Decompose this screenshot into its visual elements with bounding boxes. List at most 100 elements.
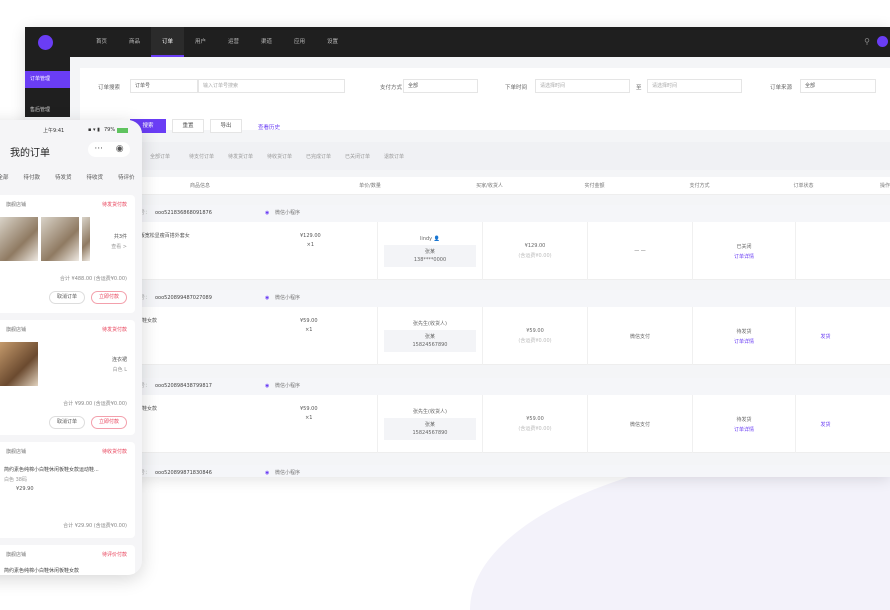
tab[interactable]: 待支付订单 (189, 153, 228, 160)
capsule-menu[interactable]: ··· ◉ (88, 142, 130, 157)
order-group-header: 旗舰店订单号：ooo520899871830846◉微信小程序 (80, 465, 890, 477)
order-no[interactable]: ooo520898438799817 (155, 378, 212, 395)
table-row: 简约素色纯棉小白鞋休闲板鞋女款规格：白色¥59.00×1张先生(收货人)张某15… (80, 307, 890, 365)
order-total: 合计 ¥488.00 (含运费¥0.00) (59, 276, 127, 282)
nav-item[interactable]: 渠道 (250, 27, 283, 57)
mobile-order-card[interactable]: 旗舰店铺 待发货付款 共3件 查看 > 合计 ¥488.00 (含运费¥0.00… (0, 195, 135, 313)
order-source: 微信小程序 (275, 470, 301, 476)
order-detail-link[interactable]: 订单详情 (734, 338, 754, 345)
buyer-cell: 张先生(收货人) 张某 15824567890 (377, 395, 482, 453)
cancel-order-button[interactable]: 取消订单 (49, 291, 85, 304)
mobile-tab[interactable]: 全部 (0, 173, 9, 181)
shipping-note: (含运费¥0.00) (518, 426, 552, 432)
order-total: 合计 ¥29.90 (含运费¥0.00) (63, 523, 127, 529)
pay-method: 微信支付 (629, 333, 650, 340)
table-row: 简约素色纯棉小白鞋休闲板鞋女款规格：白色¥59.00×1张先生(收货人)张某15… (80, 395, 890, 453)
order-group-header: 旗舰店订单号：ooo521836868091876◉微信小程序 (80, 205, 890, 222)
reset-button[interactable]: 重置 (172, 119, 204, 133)
pay-now-button[interactable]: 立即付款 (91, 416, 127, 429)
more-link[interactable]: 查看 > (111, 243, 127, 250)
consignee-phone: 138****0000 (413, 256, 447, 263)
source-label: 订单来源 (770, 85, 793, 91)
pay-method-cell: 微信支付 (587, 395, 692, 453)
ship-button[interactable]: 发货 (820, 421, 830, 428)
quantity: ×1 (305, 327, 313, 333)
consignee-phone: 15824567890 (412, 430, 448, 436)
buyer-name[interactable]: lindy 👤 (420, 236, 440, 242)
pay-method: — — (634, 248, 646, 254)
main-content: 订单搜索 订单号 输入订单号搜索 支付方式 全部 下单时间 请选择时间 至 请选… (70, 58, 890, 477)
battery-icon (117, 128, 128, 133)
product-image (0, 217, 38, 261)
shipping-note: (含运费¥0.00) (518, 253, 552, 259)
tab[interactable]: 全部订单 (150, 153, 189, 160)
order-source: 微信小程序 (275, 383, 301, 389)
paid-cell: ¥59.00 (含运费¥0.00) (482, 307, 587, 365)
mobile-tab[interactable]: 待收货 (86, 173, 103, 181)
mobile-order-card[interactable]: 旗舰店铺 待收货付款 简约素色纯棉小白鞋休闲板鞋女款运动鞋... 白色 38码 … (0, 442, 135, 538)
buyer-name[interactable]: 张先生(收货人) (413, 320, 447, 327)
ship-button[interactable]: 发货 (820, 333, 830, 340)
mobile-order-card[interactable]: 旗舰店铺 待评价付款 简约素色纯棉小白鞋休闲板鞋女款 (0, 545, 135, 575)
search-type-select[interactable]: 订单号 (130, 79, 198, 93)
notification-icon[interactable]: ⚲ (864, 37, 870, 46)
pay-now-button[interactable]: 立即付款 (91, 291, 127, 304)
history-link[interactable]: 查看历史 (258, 123, 280, 131)
export-button[interactable]: 导出 (210, 119, 242, 133)
nav-item[interactable]: 应用 (283, 27, 316, 57)
mobile-tab[interactable]: 待评价 (118, 173, 135, 181)
nav-item[interactable]: 首页 (85, 27, 118, 57)
paid-cell: ¥129.00 (含运费¥0.00) (482, 222, 587, 280)
col-buyer: 买家/收货人 (476, 183, 503, 189)
price-qty: ¥59.00 ×1 (300, 405, 318, 423)
more-icon[interactable]: ··· (94, 142, 103, 157)
quantity: ×1 (306, 242, 315, 248)
buyer-name[interactable]: 张先生(收货人) (413, 408, 447, 415)
battery-level: 79% (104, 127, 116, 133)
order-detail-link[interactable]: 订单详情 (734, 426, 754, 433)
product-name: 简约素色纯棉小白鞋休闲板鞋女款运动鞋... (4, 467, 99, 473)
nav-item[interactable]: 用户 (184, 27, 217, 57)
sidebar-item-aftersale[interactable]: 售后管理 (25, 102, 70, 119)
search-input[interactable]: 输入订单号搜索 (198, 79, 345, 93)
nav-item[interactable]: 商品 (118, 27, 151, 57)
nav-item[interactable]: 设置 (316, 27, 349, 57)
top-nav: 首页 商品 订单 用户 运营 渠道 应用 设置 (85, 27, 349, 57)
col-pay-method: 支付方式 (689, 183, 710, 189)
cancel-order-button[interactable]: 取消订单 (49, 416, 85, 429)
close-icon[interactable]: ◉ (116, 142, 124, 157)
avatar[interactable] (877, 36, 888, 47)
tab[interactable]: 待收货订单 (267, 153, 306, 160)
order-no[interactable]: ooo520899487027089 (155, 290, 212, 307)
mobile-tab[interactable]: 待付款 (23, 173, 40, 181)
source-select[interactable]: 全部 (800, 79, 876, 93)
tab[interactable]: 已完成订单 (306, 153, 345, 160)
time-end-input[interactable]: 请选择时间 (647, 79, 742, 93)
item-count: 共3件 (113, 234, 127, 240)
tab[interactable]: 退款订单 (384, 153, 423, 160)
tab[interactable]: 已关闭订单 (345, 153, 384, 160)
order-status: 待收货付款 (101, 449, 127, 455)
product-spec: 白色 38码 (4, 477, 27, 483)
nav-item[interactable]: 运营 (217, 27, 250, 57)
price-qty: ¥59.00 ×1 (300, 317, 318, 335)
order-no[interactable]: ooo520899871830846 (155, 465, 212, 477)
status-cell: 已关闭 订单详情 (692, 222, 795, 280)
order-group: 旗舰店订单号：ooo520899487027089◉微信小程序简约素色纯棉小白鞋… (80, 290, 890, 365)
nav-item-active[interactable]: 订单 (151, 27, 184, 57)
sidebar-item-orders[interactable]: 订单管理 (25, 71, 70, 88)
pay-method: 微信支付 (629, 421, 650, 428)
pay-select[interactable]: 全部 (403, 79, 478, 93)
actions-cell: 发货 (795, 395, 855, 453)
mobile-tab[interactable]: 待发货 (55, 173, 72, 181)
store-name: 旗舰店铺 (6, 449, 27, 455)
price-qty: ¥129.00 ×1 (300, 232, 321, 250)
order-no[interactable]: ooo521836868091876 (155, 205, 212, 222)
order-detail-link[interactable]: 订单详情 (734, 253, 754, 260)
buyer-cell: lindy 👤 张某 138****0000 (377, 222, 482, 280)
tab[interactable]: 待发货订单 (228, 153, 267, 160)
order-group: 旗舰店订单号：ooo520898438799817◉微信小程序简约素色纯棉小白鞋… (80, 378, 890, 453)
mobile-order-card[interactable]: 旗舰店铺 待发货付款 连衣裙 白色 L 合计 ¥99.00 (含运费¥0.00)… (0, 320, 135, 435)
col-actions: 操作 (879, 183, 890, 189)
time-start-input[interactable]: 请选择时间 (535, 79, 630, 93)
